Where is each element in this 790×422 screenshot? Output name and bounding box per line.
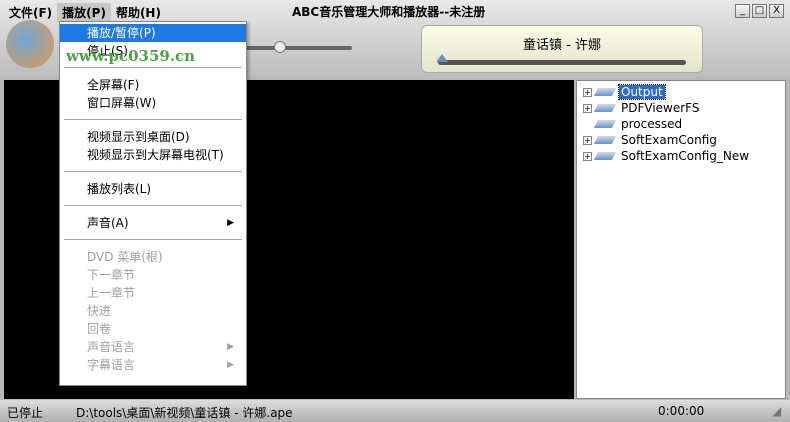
menu-help[interactable]: 帮助(H): [111, 3, 166, 22]
status-path: D:\tools\桌面\新视频\童话镇 - 许娜.ape: [76, 406, 293, 420]
submenu-arrow-icon: ▶: [227, 360, 234, 370]
expand-icon[interactable]: +: [583, 135, 592, 145]
menu-item-label: 声音语言: [87, 340, 136, 354]
menu-item-label: 声音(A): [87, 216, 129, 230]
menu-file[interactable]: 文件(F): [4, 3, 57, 22]
folder-icon: [593, 152, 617, 160]
tree-node[interactable]: + SoftExamConfig_New: [577, 148, 785, 164]
menu-item-label: 窗口屏幕(W): [87, 96, 157, 110]
tree-node-label[interactable]: SoftExamConfig_New: [619, 149, 751, 163]
expand-icon[interactable]: +: [583, 151, 592, 161]
menu-item[interactable]: 播放列表(L): [60, 180, 246, 198]
submenu-arrow-icon: ▶: [227, 342, 234, 352]
menu-item: 快进: [60, 302, 246, 320]
minimize-button[interactable]: _: [735, 4, 750, 18]
status-time: 0:00:00: [658, 404, 705, 418]
watermark-logo: [6, 20, 54, 68]
window-title: ABC音乐管理大师和播放器--未注册: [292, 5, 486, 19]
menu-item-label: DVD 菜单(根): [87, 250, 163, 264]
menu-item: 声音语言 ▶: [60, 338, 246, 356]
status-state: 已停止: [7, 406, 44, 420]
resize-grip-icon[interactable]: ◢: [772, 404, 781, 418]
menu-item: DVD 菜单(根): [60, 248, 246, 266]
menu-item-label: 全屏幕(F): [87, 78, 140, 92]
folder-icon: [593, 120, 617, 128]
tree-node[interactable]: + PDFViewerFS: [577, 100, 785, 116]
progress-slider-knob[interactable]: [436, 54, 448, 62]
menu-separator: [64, 171, 242, 172]
tree-node[interactable]: + Output: [577, 84, 785, 100]
tree-node-label[interactable]: processed: [619, 117, 684, 131]
tree-node[interactable]: processed: [577, 116, 785, 132]
menu-item[interactable]: 窗口屏幕(W): [60, 94, 246, 112]
menu-separator: [64, 67, 242, 68]
folder-tree[interactable]: + Output + PDFViewerFS processed + SoftExamCon…: [576, 80, 786, 399]
menu-item-label: 视频显示到大屏幕电视(T): [87, 148, 224, 162]
menu-item[interactable]: 视频显示到大屏幕电视(T): [60, 146, 246, 164]
menu-item: 下一章节: [60, 266, 246, 284]
menu-item-label: 播放/暂停(P): [87, 26, 156, 40]
menu-item[interactable]: 播放/暂停(P): [60, 24, 246, 42]
volume-slider-knob[interactable]: [274, 41, 286, 53]
menu-item-label: 下一章节: [87, 268, 136, 282]
close-button[interactable]: X: [769, 4, 784, 18]
menu-item-label: 上一章节: [87, 286, 136, 300]
status-bar: 已停止 D:\tools\桌面\新视频\童话镇 - 许娜.ape 0:00:00…: [0, 400, 790, 422]
menu-item-label: 回卷: [87, 322, 112, 336]
watermark-text: www.pc0359.cn: [66, 47, 196, 65]
tree-node-label[interactable]: Output: [618, 84, 666, 100]
menu-separator: [64, 205, 242, 206]
song-title: 童话镇 - 许娜: [523, 38, 601, 53]
expand-icon: [583, 120, 592, 129]
menu-item: 上一章节: [60, 284, 246, 302]
menubar: 文件(F) 播放(P) 帮助(H): [4, 3, 166, 22]
folder-icon: [593, 88, 617, 96]
folder-icon: [593, 136, 617, 144]
menu-item[interactable]: 视频显示到桌面(D): [60, 128, 246, 146]
now-playing-panel: 童话镇 - 许娜: [421, 25, 703, 73]
menu-item[interactable]: 声音(A) ▶: [60, 214, 246, 232]
menu-item-label: 字幕语言: [87, 358, 136, 372]
expand-icon[interactable]: +: [583, 87, 592, 97]
volume-slider[interactable]: [240, 46, 352, 50]
menu-item: 回卷: [60, 320, 246, 338]
tree-node-label[interactable]: PDFViewerFS: [619, 101, 701, 115]
menu-item-label: 快进: [87, 304, 112, 318]
menu-play[interactable]: 播放(P): [57, 3, 111, 22]
menu-item[interactable]: 全屏幕(F): [60, 76, 246, 94]
menu-item-label: 播放列表(L): [87, 182, 152, 196]
maximize-button[interactable]: □: [752, 4, 767, 18]
play-menu-dropdown: 播放/暂停(P) 停止(S) 全屏幕(F) 窗口屏幕(W) 视频显示到桌面(D) 视频显示…: [59, 21, 247, 386]
tree-node-label[interactable]: SoftExamConfig: [619, 133, 719, 147]
menu-item-label: 视频显示到桌面(D): [87, 130, 190, 144]
progress-slider[interactable]: [438, 60, 686, 65]
menu-separator: [64, 119, 242, 120]
folder-icon: [593, 104, 617, 112]
menu-separator: [64, 239, 242, 240]
expand-icon[interactable]: +: [583, 103, 592, 113]
submenu-arrow-icon: ▶: [227, 218, 234, 228]
tree-node[interactable]: + SoftExamConfig: [577, 132, 785, 148]
menu-item: 字幕语言 ▶: [60, 356, 246, 374]
